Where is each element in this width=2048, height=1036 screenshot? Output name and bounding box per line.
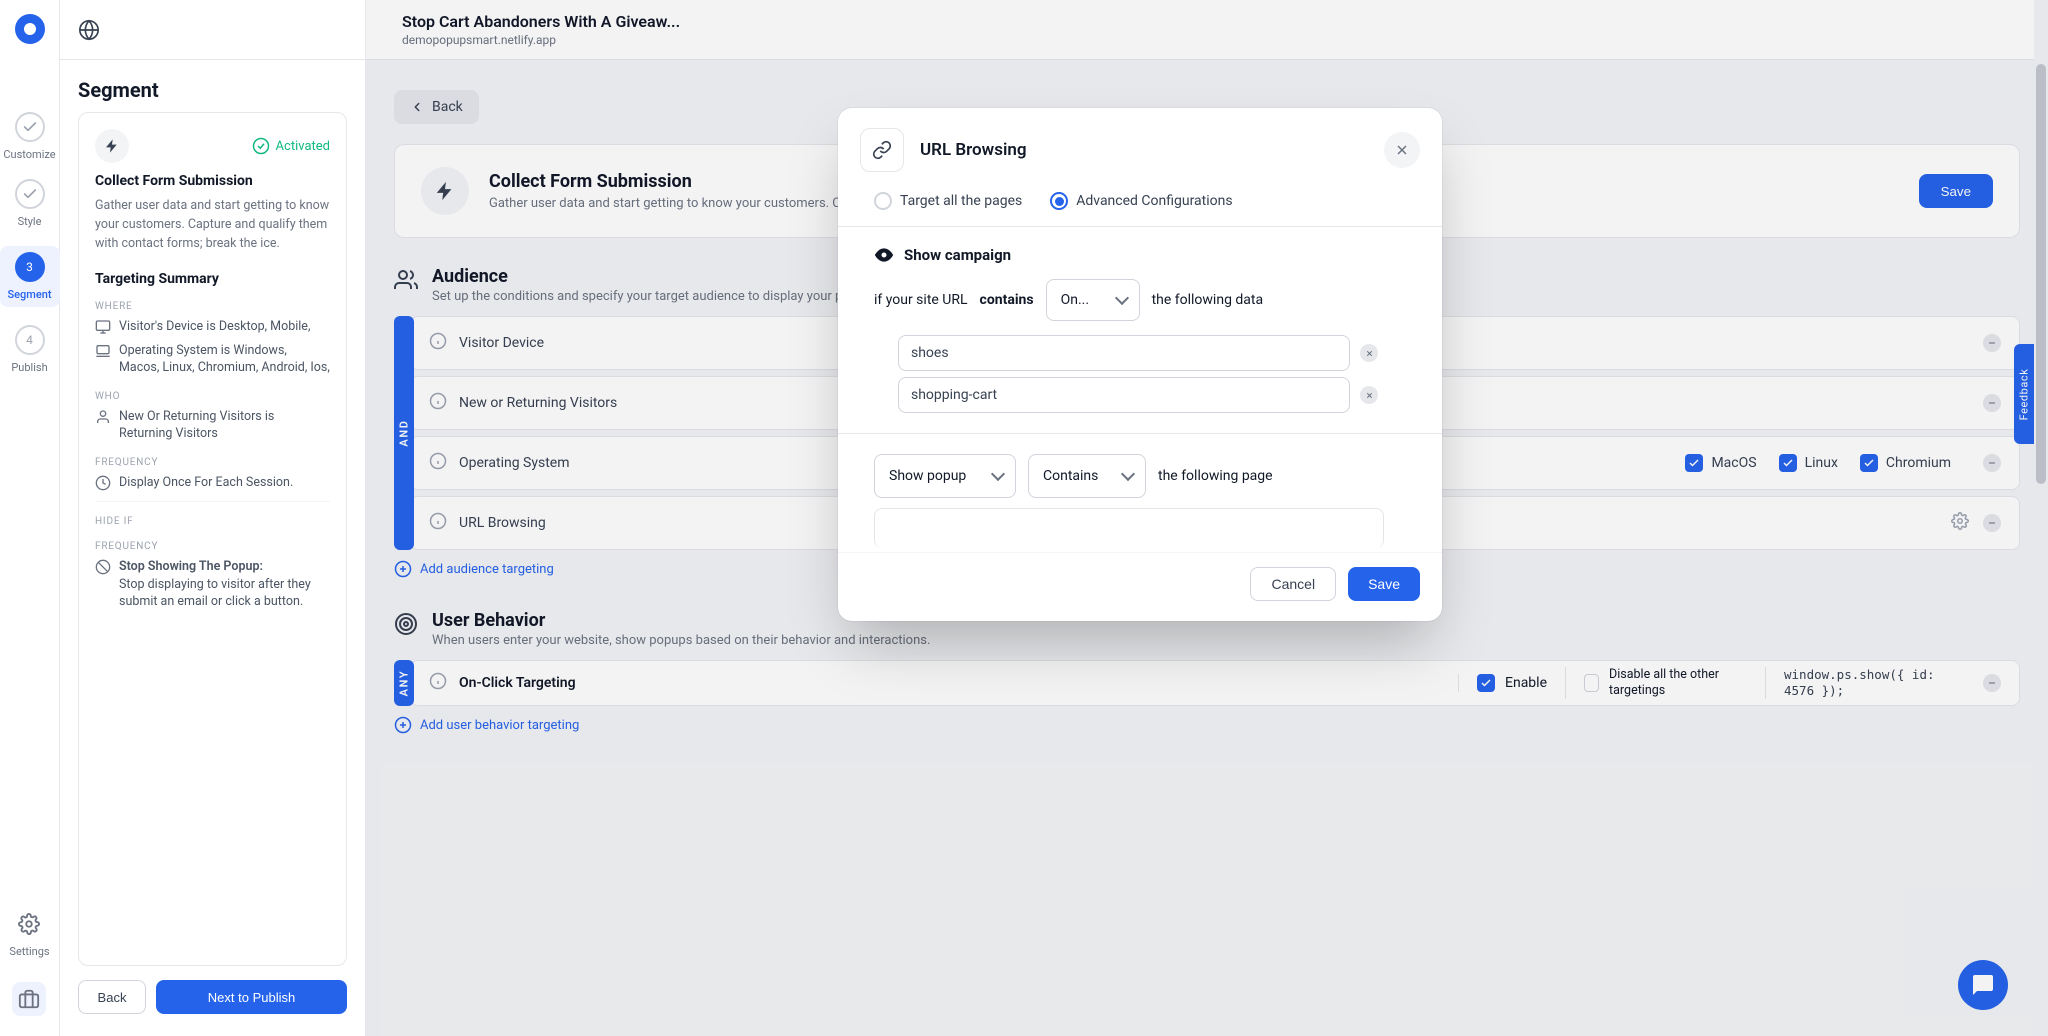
remove-value-button[interactable] [1360, 386, 1378, 404]
clock-icon [95, 475, 111, 491]
summary-row: Operating System is Windows, Macos, Linu… [95, 342, 330, 377]
briefcase-icon [18, 988, 40, 1010]
section-where: WHERE [95, 301, 330, 312]
laptop-icon [95, 343, 111, 359]
settings-label: Settings [9, 945, 49, 958]
panel-title: Segment [60, 60, 365, 112]
section-frequency: FREQUENCY [95, 457, 330, 468]
modal-title: URL Browsing [920, 140, 1027, 160]
step-segment[interactable]: 3 Segment [0, 246, 60, 307]
back-button[interactable]: Back [78, 980, 146, 1014]
step-number: 4 [15, 325, 45, 355]
url-value-input[interactable]: shopping-cart [898, 377, 1350, 413]
modal-cancel-button[interactable]: Cancel [1250, 567, 1336, 601]
modal-close-button[interactable] [1384, 132, 1420, 168]
globe-icon [78, 19, 100, 41]
eye-icon [874, 245, 894, 265]
settings-button[interactable] [18, 913, 40, 939]
radio-advanced-configurations[interactable]: Advanced Configurations [1050, 192, 1232, 210]
monitor-icon [95, 319, 111, 335]
next-to-publish-button[interactable]: Next to Publish [156, 980, 347, 1014]
app-logo[interactable] [15, 14, 45, 44]
action-select[interactable]: Show popup [874, 454, 1016, 498]
activated-badge: Activated [252, 137, 330, 155]
check-icon [22, 119, 38, 135]
activated-label: Activated [276, 139, 330, 154]
close-icon [1394, 142, 1410, 158]
card-description: Gather user data and start getting to kn… [95, 197, 330, 253]
criteria-prefix: if your site URL [874, 292, 968, 308]
link-icon [860, 128, 904, 172]
summary-title: Targeting Summary [95, 271, 330, 287]
radio-unchecked-icon [874, 192, 892, 210]
card-title: Collect Form Submission [95, 173, 330, 189]
url-value-input[interactable]: shoes [898, 335, 1350, 371]
check-icon [22, 186, 38, 202]
close-icon [1365, 349, 1374, 358]
step-label: Customize [3, 148, 55, 161]
step-number: 3 [15, 252, 45, 282]
step-publish[interactable]: 4 Publish [0, 325, 60, 374]
page-value-input[interactable] [874, 508, 1384, 548]
apps-button[interactable] [12, 982, 46, 1016]
section-frequency: FREQUENCY [95, 541, 330, 552]
step-label: Segment [7, 288, 51, 301]
section-who: WHO [95, 391, 330, 402]
step-style[interactable]: Style [0, 179, 60, 228]
section-hide-if: HIDE IF [95, 516, 330, 527]
radio-checked-icon [1050, 192, 1068, 210]
gear-icon [18, 913, 40, 935]
user-icon [95, 409, 111, 425]
lightning-icon [95, 129, 129, 163]
radio-target-all-pages[interactable]: Target all the pages [874, 192, 1022, 210]
remove-value-button[interactable] [1360, 344, 1378, 362]
summary-row: New Or Returning Visitors is Returning V… [95, 408, 330, 443]
step-label: Style [18, 215, 42, 228]
summary-row: Stop Showing The Popup:Stop displaying t… [95, 558, 330, 611]
condition-select[interactable]: On... [1046, 279, 1140, 321]
close-icon [1365, 391, 1374, 400]
summary-row: Visitor's Device is Desktop, Mobile, [95, 318, 330, 336]
criteria-contains: contains [980, 292, 1034, 308]
slash-icon [95, 559, 111, 575]
step-customize[interactable]: Customize [0, 112, 60, 161]
summary-row: Display Once For Each Session. [95, 474, 330, 492]
match-select[interactable]: Contains [1028, 454, 1146, 498]
modal-save-button[interactable]: Save [1348, 567, 1420, 601]
criteria-suffix: the following data [1152, 292, 1264, 308]
step-label: Publish [11, 361, 47, 374]
url-browsing-modal: URL Browsing Target all the pages Advanc… [838, 108, 1442, 621]
show-campaign-label: Show campaign [904, 246, 1011, 264]
criteria-suffix: the following page [1158, 468, 1273, 484]
